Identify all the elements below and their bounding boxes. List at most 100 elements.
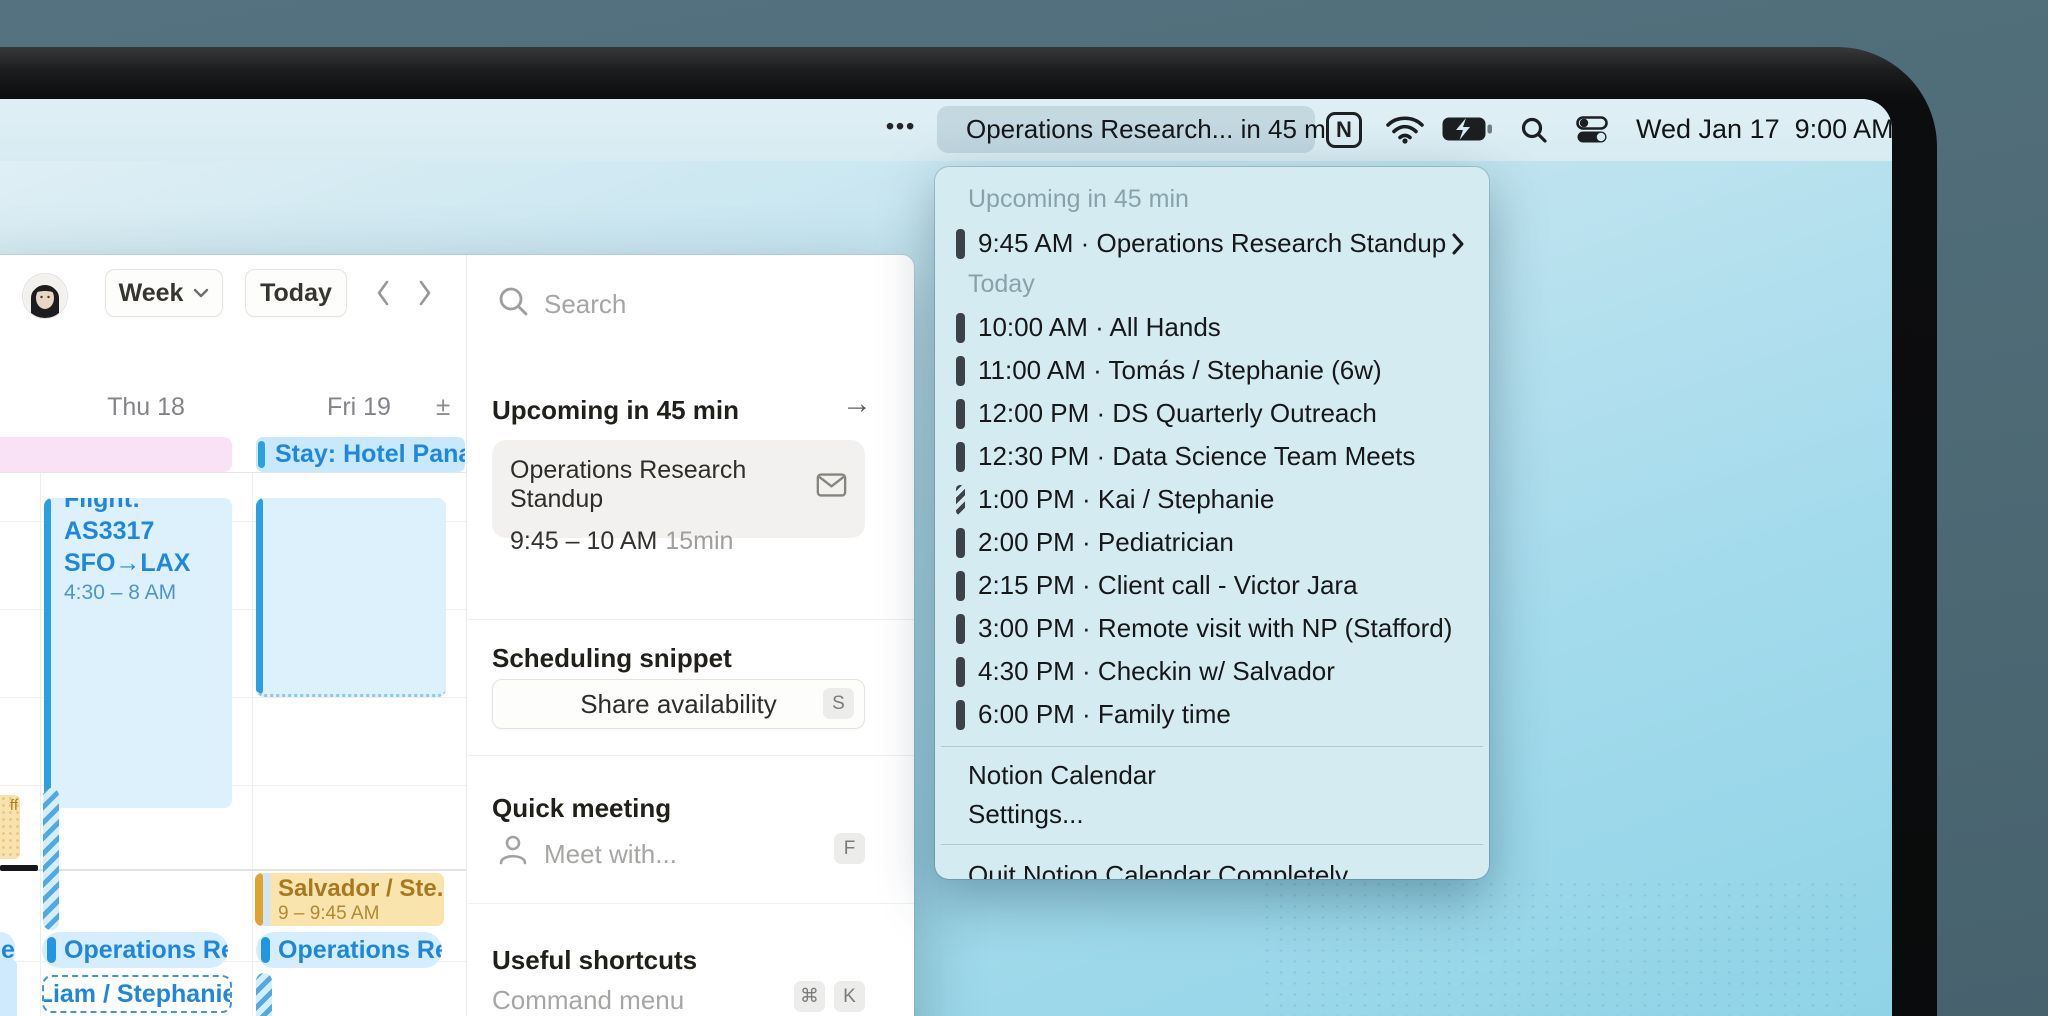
share-availability-button[interactable]: Share availability S [492, 679, 865, 729]
quick-meeting-header: Quick meeting [492, 793, 672, 823]
meet-with-input[interactable]: Meet with... [544, 839, 677, 870]
tray-event-label: 2:00 PM · Pediatrician [978, 527, 1234, 557]
upcoming-event-card[interactable]: Operations Research Standup 9:45 – 10 AM… [492, 440, 865, 555]
wifi-icon[interactable] [1385, 114, 1425, 144]
card-event-title: Operations Research Standup [510, 456, 747, 513]
event-hatched-fri[interactable] [256, 973, 272, 1016]
tray-event-row[interactable]: 10:00 AM · All Hands [935, 306, 1489, 349]
solid-event-indicator [956, 441, 965, 472]
event-color-bar [256, 498, 263, 694]
tray-event-label: 3:00 PM · Remote visit with NP (Stafford… [978, 613, 1453, 643]
allday-event-label: Stay: Hotel Panamer [275, 440, 465, 468]
event-fri-morning[interactable] [256, 498, 446, 697]
shortcut-key-s: S [823, 688, 854, 719]
control-center-icon[interactable] [1576, 116, 1610, 144]
event-hatched-thu[interactable] [43, 788, 59, 930]
chevron-down-icon [194, 288, 209, 298]
event-salvador[interactable]: Salvador / Ste... 9 – 9:45 AM [255, 873, 444, 926]
tray-event-row[interactable]: 4:30 PM · Checkin w/ Salvador [935, 650, 1489, 693]
day-header-thu[interactable]: Thu 18 [81, 393, 211, 422]
menu-separator [941, 844, 1483, 845]
view-selector-week[interactable]: Week [105, 269, 223, 317]
menu-bar-status-item[interactable]: Operations Research... in 45 m [937, 106, 1326, 153]
chip-label: Operations Resea [64, 935, 228, 964]
grid-line-vertical [252, 472, 253, 1016]
grid-line-vertical [40, 472, 41, 1016]
expand-allday-icon[interactable]: ± [436, 391, 450, 422]
search-input[interactable]: Search [544, 289, 626, 320]
section-divider [468, 619, 914, 620]
tray-event-row[interactable]: 6:00 PM · Family time [935, 693, 1489, 736]
tray-event-row[interactable]: 12:00 PM · DS Quarterly Outreach [935, 392, 1489, 435]
screen: ••• Operations Research... in 45 m N Wed… [0, 99, 1892, 1016]
command-menu-label: Command menu [492, 985, 685, 1015]
solid-event-indicator [956, 355, 965, 386]
email-icon[interactable] [816, 471, 847, 499]
search-spotlight-icon[interactable] [1519, 115, 1549, 145]
menu-bar-clock[interactable]: Wed Jan 17 9:00 AM [1636, 114, 1892, 145]
tray-next-event[interactable]: 9:45 AM · Operations Research Standup [935, 221, 1489, 266]
tray-event-label: 10:00 AM · All Hands [978, 312, 1221, 342]
tray-event-row[interactable]: 2:00 PM · Pediatrician [935, 521, 1489, 564]
event-color-bar-orange [255, 873, 263, 926]
tray-event-label: 11:00 AM · Tomás / Stephanie (6w) [978, 355, 1382, 385]
section-divider [468, 903, 914, 904]
menu-bar-more-icon[interactable]: ••• [886, 113, 916, 140]
allday-event-pink[interactable] [0, 437, 232, 472]
avatar[interactable] [22, 273, 68, 319]
arrow-right-icon[interactable]: → [842, 387, 872, 421]
card-event-time: 9:45 – 10 AM [510, 527, 658, 555]
desktop-stage: ••• Operations Research... in 45 m N Wed… [0, 0, 2048, 1016]
event-flight[interactable]: Flight: AS3317 SFO→LAX 4:30 – 8 AM [44, 498, 232, 808]
tray-event-label: 4:30 PM · Checkin w/ Salvador [978, 656, 1335, 686]
tray-event-label: 12:30 PM · Data Science Team Meets [978, 441, 1416, 471]
tray-event-row[interactable]: 1:00 PM · Kai / Stephanie [935, 478, 1489, 521]
card-event-duration: 15min [665, 527, 734, 555]
search-icon [499, 287, 528, 316]
allday-event-stay[interactable]: Stay: Hotel Panamer [256, 437, 465, 472]
chip-color-mark [261, 937, 270, 963]
next-chevron-icon[interactable] [416, 279, 434, 307]
menu-item-quit[interactable]: Quit Notion Calendar Completely [935, 854, 1489, 880]
share-availability-label: Share availability [580, 688, 777, 719]
event-color-stripe-blue [263, 873, 270, 926]
person-icon [499, 835, 527, 865]
solid-event-indicator [956, 699, 965, 730]
event-flight-title: Flight: AS3317 SFO→LAX [64, 498, 191, 577]
striped-event-indicator [956, 484, 965, 515]
sidebar-divider [466, 255, 467, 1016]
solid-event-indicator [956, 527, 965, 558]
sidebar-upcoming-header: Upcoming in 45 min [492, 395, 740, 425]
prev-chevron-icon[interactable] [374, 279, 392, 307]
grid-line-horizontal [0, 472, 466, 473]
tray-event-row[interactable]: 2:15 PM · Client call - Victor Jara [935, 564, 1489, 607]
day-header-fri[interactable]: Fri 19 [294, 393, 424, 422]
calendar-window: Week Today Thu 18 Fri 19 ± Stay: Hotel P… [0, 255, 914, 1016]
event-yellow-fragment[interactable]: ff [0, 795, 20, 859]
tray-event-row[interactable]: 11:00 AM · Tomás / Stephanie (6w) [935, 349, 1489, 392]
useful-shortcuts-header: Useful shortcuts [492, 945, 698, 975]
menu-item-notion-calendar[interactable]: Notion Calendar [935, 756, 1489, 795]
chip-label: Operations Resea [278, 935, 442, 964]
today-button[interactable]: Today [245, 269, 347, 317]
notion-calendar-tray-menu: Upcoming in 45 min 9:45 AM · Operations … [935, 167, 1489, 879]
notion-menu-bar-icon[interactable]: N [1326, 112, 1362, 148]
event-chip-operations-fri[interactable]: Operations Resea [256, 932, 442, 968]
event-chip-operations-thu[interactable]: Operations Resea [42, 932, 228, 968]
solid-event-indicator [956, 228, 965, 259]
shortcut-key-cmd: ⌘ [794, 981, 825, 1012]
tray-event-label: 12:00 PM · DS Quarterly Outreach [978, 398, 1377, 428]
current-time-indicator [0, 865, 38, 871]
tray-event-row[interactable]: 12:30 PM · Data Science Team Meets [935, 435, 1489, 478]
event-chip-liam[interactable]: Liam / Stephanie [42, 975, 232, 1013]
event-blue-fragment[interactable] [0, 958, 17, 1016]
avatar-illustration [24, 275, 66, 318]
chip-color-mark [47, 937, 56, 963]
hour-line [38, 869, 466, 871]
battery-charging-icon[interactable] [1441, 114, 1493, 144]
menu-bar-status-label: Operations Research... in 45 m [966, 114, 1326, 144]
tray-event-row[interactable]: 3:00 PM · Remote visit with NP (Stafford… [935, 607, 1489, 650]
menu-item-settings[interactable]: Settings... [935, 795, 1489, 834]
solid-event-indicator [956, 398, 965, 429]
shortcut-key-f: F [834, 833, 865, 864]
